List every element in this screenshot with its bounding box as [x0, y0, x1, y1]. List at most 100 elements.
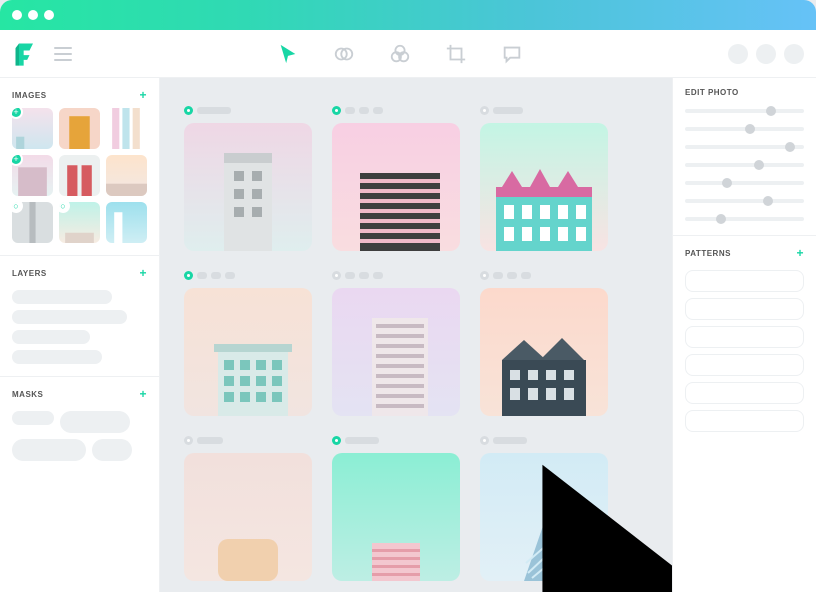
canvas-card[interactable] — [332, 288, 460, 416]
blend-tool-icon[interactable] — [389, 43, 411, 65]
card-label — [197, 272, 207, 279]
image-thumb[interactable] — [106, 155, 147, 196]
pattern-item[interactable] — [685, 326, 804, 348]
image-thumb[interactable]: + — [12, 155, 53, 196]
card-label — [345, 107, 355, 114]
card-title — [197, 107, 231, 114]
mask-item[interactable] — [92, 439, 132, 461]
card-title — [345, 437, 379, 444]
status-dot-icon — [184, 271, 193, 280]
card-meta — [184, 436, 312, 445]
image-thumb[interactable] — [106, 202, 147, 243]
image-thumb[interactable]: ○ — [12, 202, 53, 243]
pattern-item[interactable] — [685, 354, 804, 376]
masks-section-header: MASKS + — [0, 377, 159, 407]
canvas-card[interactable] — [480, 453, 608, 581]
status-dot-icon — [480, 106, 489, 115]
mask-item[interactable] — [12, 439, 86, 461]
window-maximize-button[interactable] — [44, 10, 54, 20]
add-layer-button[interactable]: + — [139, 266, 147, 280]
card-label — [521, 272, 531, 279]
layer-item[interactable] — [12, 290, 112, 304]
card-meta — [184, 106, 312, 115]
crop-tool-icon[interactable] — [445, 43, 467, 65]
status-dot-icon — [332, 106, 341, 115]
adjust-slider[interactable] — [685, 215, 804, 223]
mask-item[interactable] — [12, 411, 54, 425]
card-meta — [480, 106, 608, 115]
images-section-header: IMAGES + — [0, 78, 159, 108]
status-dot-icon — [480, 436, 489, 445]
patterns-section-header: PATTERNS + — [673, 236, 816, 266]
canvas-card[interactable] — [184, 288, 312, 416]
canvas-card[interactable] — [332, 123, 460, 251]
card-meta — [332, 106, 460, 115]
card-label — [507, 272, 517, 279]
toolbar-tools — [72, 43, 728, 65]
more-icon[interactable] — [784, 44, 804, 64]
image-thumb[interactable]: ○ — [59, 202, 100, 243]
pattern-item[interactable] — [685, 382, 804, 404]
layers-section-header: LAYERS + — [0, 256, 159, 286]
canvas-card[interactable] — [480, 123, 608, 251]
pattern-item[interactable] — [685, 270, 804, 292]
status-dot-icon — [184, 106, 193, 115]
image-thumb[interactable] — [106, 108, 147, 149]
adjust-slider[interactable] — [685, 107, 804, 115]
combine-tool-icon[interactable] — [333, 43, 355, 65]
pattern-item[interactable] — [685, 298, 804, 320]
canvas-card[interactable] — [184, 453, 312, 581]
card-title — [493, 107, 523, 114]
layer-item[interactable] — [12, 310, 127, 324]
card-label — [225, 272, 235, 279]
adjust-slider[interactable] — [685, 197, 804, 205]
image-thumb[interactable] — [59, 108, 100, 149]
image-thumbnail-grid: + + — [0, 108, 159, 255]
card-label — [211, 272, 221, 279]
pointer-tool-icon[interactable] — [277, 43, 299, 65]
mask-list — [0, 407, 159, 473]
layers-title: LAYERS — [12, 269, 47, 278]
canvas-grid — [184, 106, 648, 581]
mask-item[interactable] — [60, 411, 130, 433]
adjust-slider[interactable] — [685, 161, 804, 169]
adjust-slider[interactable] — [685, 179, 804, 187]
edit-section-header: EDIT PHOTO — [673, 78, 816, 103]
card-label — [359, 107, 369, 114]
status-dot-icon — [184, 436, 193, 445]
layer-item[interactable] — [12, 330, 90, 344]
layer-list — [0, 286, 159, 376]
add-mask-button[interactable]: + — [139, 387, 147, 401]
user-avatar[interactable] — [728, 44, 748, 64]
canvas-area[interactable] — [160, 78, 672, 592]
window-close-button[interactable] — [12, 10, 22, 20]
layer-item[interactable] — [12, 350, 102, 364]
card-label — [373, 272, 383, 279]
card-meta — [480, 271, 608, 280]
pattern-list — [673, 266, 816, 436]
add-image-button[interactable]: + — [139, 88, 147, 102]
canvas-card[interactable] — [332, 453, 460, 581]
adjust-slider[interactable] — [685, 125, 804, 133]
comment-tool-icon[interactable] — [501, 43, 523, 65]
window-minimize-button[interactable] — [28, 10, 38, 20]
card-label — [373, 107, 383, 114]
status-dot-icon — [332, 271, 341, 280]
adjust-slider[interactable] — [685, 143, 804, 151]
card-title — [493, 437, 527, 444]
toolbar-right-group — [728, 44, 804, 64]
card-meta — [480, 436, 608, 445]
user-avatar[interactable] — [756, 44, 776, 64]
canvas-card[interactable] — [184, 123, 312, 251]
masks-title: MASKS — [12, 390, 43, 399]
left-sidebar: IMAGES + + + — [0, 78, 160, 592]
pattern-item[interactable] — [685, 410, 804, 432]
add-pattern-button[interactable]: + — [796, 246, 804, 260]
menu-icon[interactable] — [54, 47, 72, 61]
card-label — [345, 272, 355, 279]
image-thumb[interactable] — [59, 155, 100, 196]
canvas-card[interactable] — [480, 288, 608, 416]
patterns-title: PATTERNS — [685, 249, 731, 258]
image-thumb[interactable]: + — [12, 108, 53, 149]
app-logo-icon[interactable] — [12, 40, 40, 68]
